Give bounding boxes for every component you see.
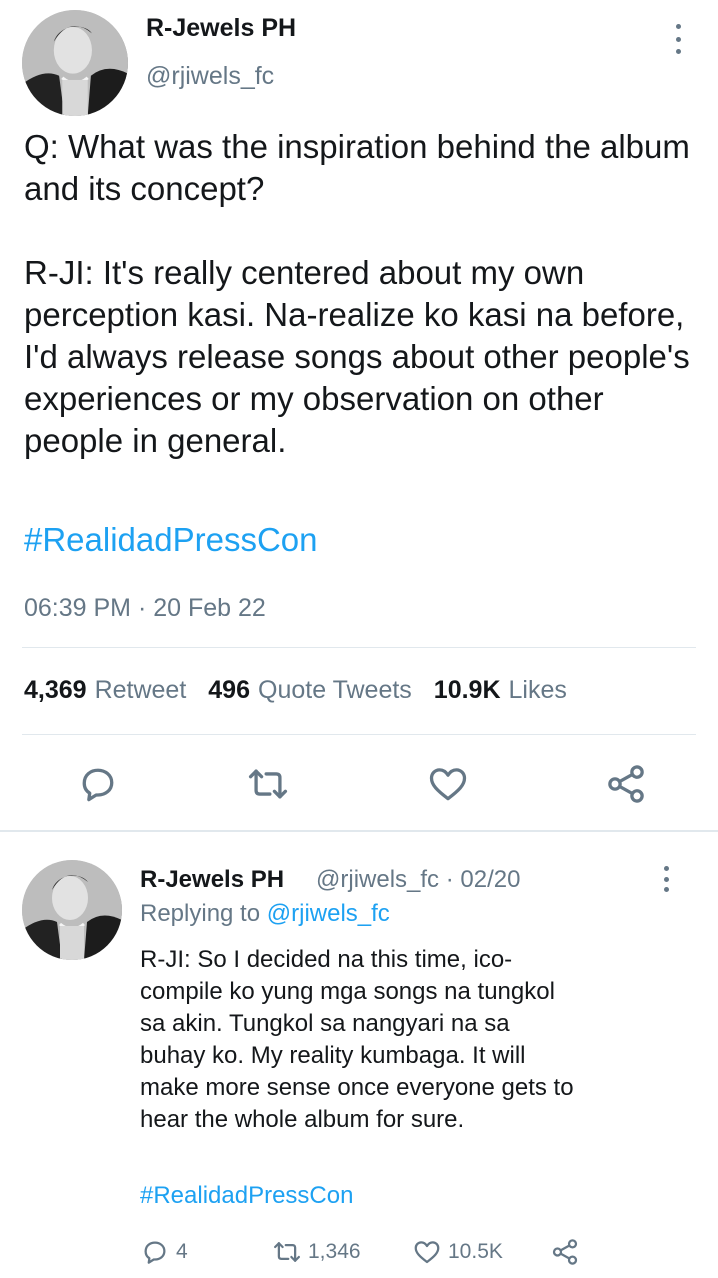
tweet-timestamp: 06:39 PM · 20 Feb 22 bbox=[24, 594, 266, 622]
more-options-icon[interactable] bbox=[668, 24, 688, 54]
retweet-label[interactable]: Retweet bbox=[95, 676, 187, 704]
like-icon bbox=[414, 1241, 440, 1264]
reply-count: 4 bbox=[176, 1240, 188, 1263]
reply-more-options-icon[interactable] bbox=[656, 866, 676, 892]
reply-retweet-button[interactable]: 1,346 bbox=[272, 1236, 361, 1268]
share-icon bbox=[552, 1239, 578, 1265]
divider bbox=[22, 734, 696, 735]
likes-label[interactable]: Likes bbox=[509, 676, 567, 704]
reply-icon[interactable] bbox=[76, 762, 120, 806]
reply-text: R-JI: So I decided na this time, ico- co… bbox=[140, 946, 574, 1133]
reply-author-name[interactable]: R-Jewels PH bbox=[140, 866, 284, 894]
reply-icon bbox=[144, 1241, 166, 1264]
section-divider bbox=[0, 830, 718, 832]
reply-retweet-count: 1,346 bbox=[308, 1240, 361, 1263]
retweet-icon[interactable] bbox=[246, 762, 290, 806]
retweet-count[interactable]: 4,369 bbox=[24, 676, 87, 704]
author-name[interactable]: R-Jewels PH bbox=[146, 14, 296, 43]
profile-photo bbox=[22, 860, 122, 960]
tweet-stats: 4,369 Retweet 496 Quote Tweets 10.9K Likes bbox=[24, 676, 589, 705]
like-icon[interactable] bbox=[426, 762, 470, 806]
reply-hashtag-link[interactable]: #RealidadPressCon bbox=[140, 1182, 353, 1210]
tweet-action-bar bbox=[0, 762, 718, 806]
hashtag-link[interactable]: #RealidadPressCon bbox=[24, 521, 318, 559]
reply-like-count: 10.5K bbox=[448, 1240, 503, 1263]
reply-avatar[interactable] bbox=[22, 860, 122, 960]
quote-label[interactable]: Quote Tweets bbox=[258, 676, 412, 704]
profile-photo bbox=[22, 10, 128, 116]
author-handle[interactable]: @rjiwels_fc bbox=[146, 62, 274, 91]
reply-handle-date[interactable]: @rjiwels_fc · 02/20 bbox=[316, 866, 520, 894]
reply-reply-button[interactable]: 4 bbox=[140, 1236, 188, 1268]
tweet-text: Q: What was the inspiration behind the a… bbox=[24, 128, 690, 459]
reply-action-bar: 4 1,346 10.5K bbox=[0, 1236, 718, 1268]
divider bbox=[22, 647, 696, 648]
share-icon[interactable] bbox=[604, 762, 648, 806]
replying-prefix: Replying to bbox=[140, 900, 261, 927]
like-count[interactable]: 10.9K bbox=[434, 676, 501, 704]
retweet-icon bbox=[274, 1242, 300, 1262]
quote-count[interactable]: 496 bbox=[208, 676, 250, 704]
replying-to-handle[interactable]: @rjiwels_fc bbox=[267, 900, 390, 927]
reply-share-button[interactable] bbox=[550, 1236, 580, 1268]
reply-like-button[interactable]: 10.5K bbox=[412, 1236, 503, 1268]
replying-to: Replying to @rjiwels_fc bbox=[140, 900, 390, 928]
avatar[interactable] bbox=[22, 10, 128, 116]
